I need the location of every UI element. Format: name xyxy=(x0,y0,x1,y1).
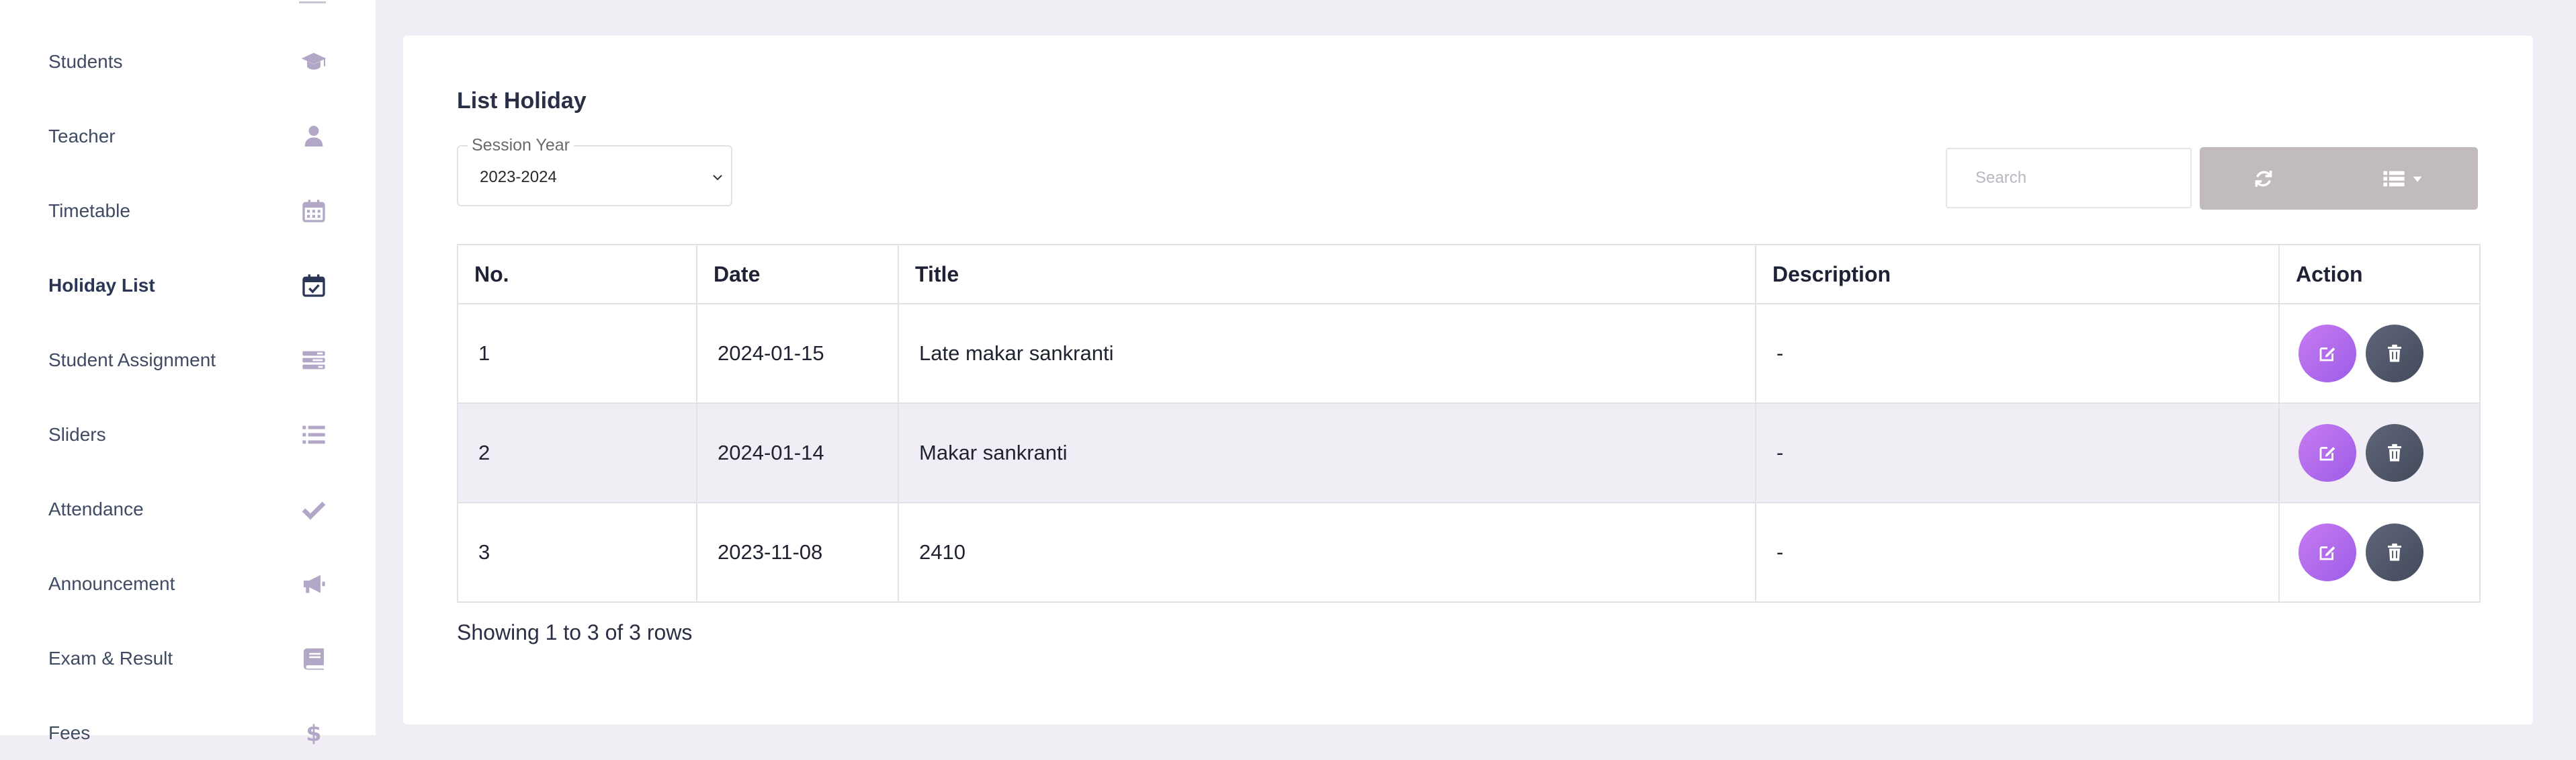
list-icon xyxy=(2383,171,2405,186)
sidebar-item-label: Holiday List xyxy=(48,275,155,296)
cell-title: 2410 xyxy=(898,502,1756,603)
holiday-table: No. Date Title Description Action 1 2024… xyxy=(457,244,2481,603)
column-header-action: Action xyxy=(2278,244,2481,304)
edit-button[interactable] xyxy=(2299,325,2356,382)
table-header-row: No. Date Title Description Action xyxy=(457,244,2481,304)
sidebar-item-sliders[interactable]: Sliders xyxy=(0,408,376,462)
calendar-check-icon xyxy=(299,271,329,300)
delete-button[interactable] xyxy=(2366,523,2423,581)
cell-title: Makar sankranti xyxy=(898,403,1756,503)
trash-icon xyxy=(2388,344,2401,362)
sidebar: Students Teacher Timetable Holiday List … xyxy=(0,0,376,747)
sidebar-item-timetable[interactable]: Timetable xyxy=(0,184,376,238)
delete-button[interactable] xyxy=(2366,424,2423,482)
svg-text:$: $ xyxy=(306,720,321,747)
holiday-list-card: List Holiday Session Year 2023-2024 No. … xyxy=(403,36,2533,724)
sidebar-item-teacher[interactable]: Teacher xyxy=(0,110,376,163)
cell-no: 3 xyxy=(457,502,697,603)
cell-date: 2024-01-14 xyxy=(696,403,899,503)
table-toolbar xyxy=(2200,147,2478,210)
sidebar-item-attendance[interactable]: Attendance xyxy=(0,482,376,536)
table-row: 3 2023-11-08 2410 - xyxy=(457,502,2481,603)
sidebar-item-label: Teacher xyxy=(48,126,116,146)
page-title: List Holiday xyxy=(457,88,587,114)
book-icon xyxy=(299,644,329,673)
tasks-icon xyxy=(299,345,329,375)
edit-icon xyxy=(2319,447,2335,461)
edit-button[interactable] xyxy=(2299,523,2356,581)
refresh-icon xyxy=(2255,170,2272,187)
sidebar-item-holiday-list[interactable]: Holiday List xyxy=(0,259,376,312)
check-icon xyxy=(299,495,329,524)
sidebar-item-label: Sliders xyxy=(48,424,106,445)
session-year-label: Session Year xyxy=(468,136,574,155)
session-year-value: 2023-2024 xyxy=(480,168,557,186)
sidebar-item-fees[interactable]: Fees $ xyxy=(0,706,376,760)
column-header-description[interactable]: Description xyxy=(1755,244,2280,304)
search-input[interactable] xyxy=(1946,148,2192,208)
cell-date: 2024-01-15 xyxy=(696,303,899,404)
cell-action xyxy=(2278,502,2481,603)
refresh-button[interactable] xyxy=(2200,147,2327,210)
user-icon xyxy=(299,122,329,151)
list-icon xyxy=(299,420,329,450)
chevron-down-icon xyxy=(713,175,722,181)
calendar-icon xyxy=(299,196,329,226)
column-header-no[interactable]: No. xyxy=(457,244,697,304)
cell-no: 1 xyxy=(457,303,697,404)
delete-button[interactable] xyxy=(2366,325,2423,382)
sidebar-item-label: Fees xyxy=(48,722,91,743)
pagination-info: Showing 1 to 3 of 3 rows xyxy=(457,620,693,644)
cell-title: Late makar sankranti xyxy=(898,303,1756,404)
sidebar-item-label: Announcement xyxy=(48,573,175,594)
sidebar-item-announcement[interactable]: Announcement xyxy=(0,557,376,611)
bullhorn-icon xyxy=(299,569,329,599)
table-row: 1 2024-01-15 Late makar sankranti - xyxy=(457,303,2481,404)
edit-icon xyxy=(2319,546,2335,560)
cell-description: - xyxy=(1755,303,2280,404)
cell-date: 2023-11-08 xyxy=(696,502,899,603)
caret-down-icon xyxy=(2413,176,2422,182)
session-year-select[interactable]: Session Year 2023-2024 xyxy=(457,136,732,206)
sidebar-item-label: Attendance xyxy=(48,499,144,519)
sidebar-item-student-assignment[interactable]: Student Assignment xyxy=(0,333,376,387)
column-header-date[interactable]: Date xyxy=(696,244,899,304)
edit-icon xyxy=(2319,347,2335,362)
sidebar-item-label: Student Assignment xyxy=(48,349,216,370)
cell-action xyxy=(2278,303,2481,404)
trash-icon xyxy=(2388,444,2401,462)
column-header-title[interactable]: Title xyxy=(898,244,1756,304)
sidebar-item-exam-result[interactable]: Exam & Result xyxy=(0,632,376,685)
sidebar-scroll-remnant-icon xyxy=(299,0,326,3)
sidebar-item-students[interactable]: Students xyxy=(0,35,376,89)
sidebar-item-label: Exam & Result xyxy=(48,648,173,669)
sidebar-item-label: Timetable xyxy=(48,200,130,221)
cell-action xyxy=(2278,403,2481,503)
dollar-icon: $ xyxy=(299,718,329,748)
graduation-cap-icon xyxy=(299,47,329,77)
cell-description: - xyxy=(1755,403,2280,503)
columns-dropdown-button[interactable] xyxy=(2327,147,2478,210)
sidebar-item-label: Students xyxy=(48,51,123,72)
cell-no: 2 xyxy=(457,403,697,503)
cell-description: - xyxy=(1755,502,2280,603)
trash-icon xyxy=(2388,543,2401,561)
table-row: 2 2024-01-14 Makar sankranti - xyxy=(457,403,2481,503)
edit-button[interactable] xyxy=(2299,424,2356,482)
